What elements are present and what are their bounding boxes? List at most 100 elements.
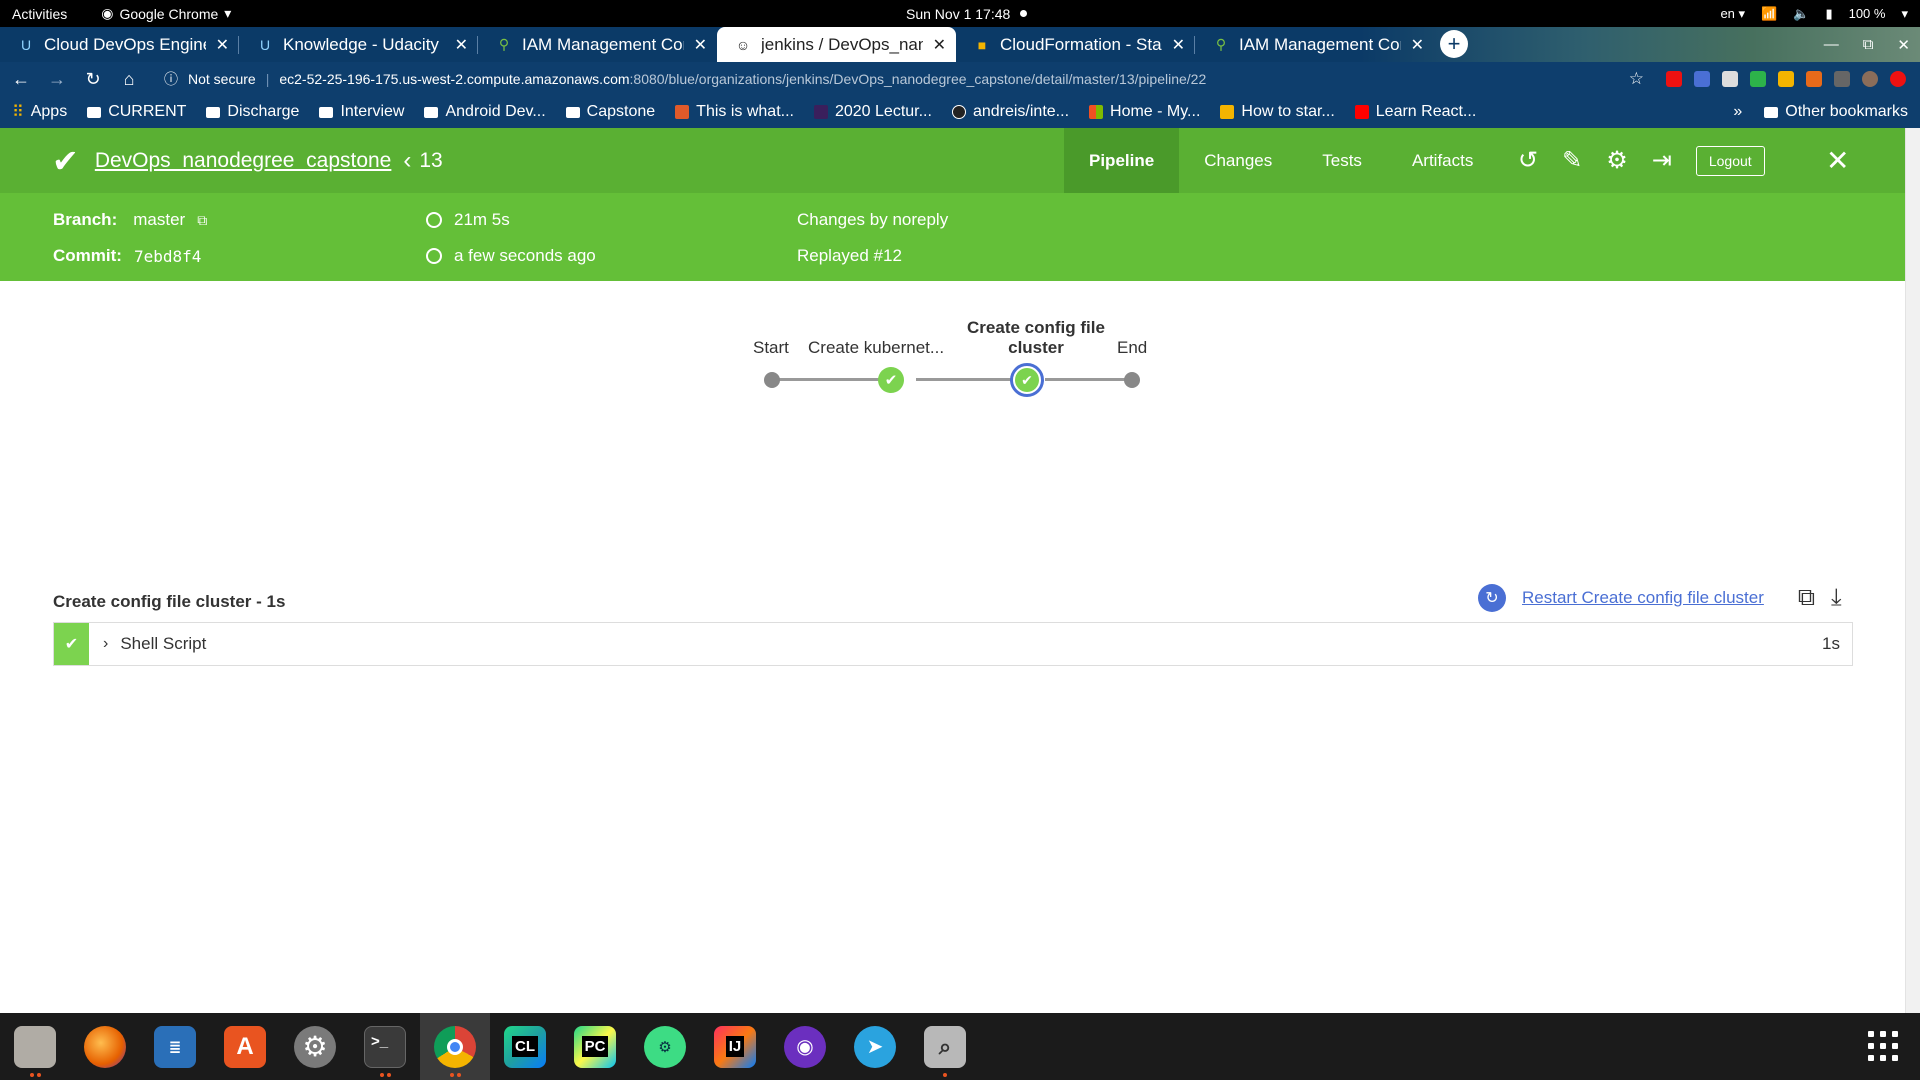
- language-indicator[interactable]: en ▾: [1720, 6, 1745, 22]
- close-window-icon[interactable]: ✕: [1897, 36, 1910, 54]
- browser-tab[interactable]: U Knowledge - Udacity ✕: [239, 27, 478, 62]
- dock-screenshot[interactable]: ⌕: [910, 1013, 980, 1080]
- extension-icon[interactable]: [1834, 71, 1850, 87]
- dock-text-editor[interactable]: ≣: [140, 1013, 210, 1080]
- tab-artifacts[interactable]: Artifacts: [1387, 128, 1498, 193]
- address-bar[interactable]: ⓘ Not secure | ec2-52-25-196-175.us-west…: [154, 65, 1644, 93]
- bookmark-folder[interactable]: CURRENT: [87, 103, 186, 121]
- extension-icon[interactable]: [1806, 71, 1822, 87]
- dock-intellij[interactable]: IJ: [700, 1013, 770, 1080]
- close-icon[interactable]: ✕: [1826, 144, 1849, 177]
- classic-view-icon[interactable]: ⇥: [1652, 146, 1672, 175]
- browser-tab-active[interactable]: ☺ jenkins / DevOps_nanc ✕: [717, 27, 956, 62]
- bookmark-star-icon[interactable]: ☆: [1629, 69, 1644, 89]
- restore-icon[interactable]: ⧉: [1863, 36, 1874, 53]
- tab-tests[interactable]: Tests: [1297, 128, 1387, 193]
- profile-avatar[interactable]: [1862, 71, 1878, 87]
- app-menu[interactable]: ◉ Google Chrome ▾: [101, 5, 231, 22]
- aws-iam-icon: ⚲: [498, 36, 510, 52]
- tab-changes[interactable]: Changes: [1179, 128, 1297, 193]
- browser-tab[interactable]: ⚲ IAM Management Con ✕: [478, 27, 717, 62]
- minimize-icon[interactable]: —: [1824, 36, 1839, 53]
- other-bookmarks[interactable]: Other bookmarks: [1764, 103, 1908, 121]
- bookmark-site[interactable]: This is what...: [675, 103, 794, 121]
- dock-chrome[interactable]: [420, 1013, 490, 1080]
- stage-label-end: End: [1117, 338, 1148, 357]
- info-icon[interactable]: ⓘ: [164, 69, 178, 89]
- pipeline-graph: Start Create kubernet... Create config f…: [740, 310, 1160, 420]
- close-icon[interactable]: ✕: [694, 35, 707, 55]
- dock-terminal[interactable]: >_: [350, 1013, 420, 1080]
- extension-icon[interactable]: [1694, 71, 1710, 87]
- pipeline-name-link[interactable]: DevOps_nanodegree_capstone: [95, 149, 392, 173]
- show-applications-icon[interactable]: [1868, 1031, 1898, 1061]
- youtube-icon: [1354, 105, 1369, 119]
- folder-icon: [565, 106, 580, 118]
- bookmark-label: How to star...: [1241, 103, 1335, 120]
- stage-node-selected[interactable]: ✔: [1010, 363, 1044, 397]
- bookmark-folder[interactable]: Discharge: [206, 103, 299, 121]
- activities-button[interactable]: Activities: [12, 6, 67, 22]
- close-icon[interactable]: ✕: [455, 35, 468, 55]
- back-arrow-icon[interactable]: ←: [6, 69, 36, 90]
- bookmark-site[interactable]: How to star...: [1220, 103, 1335, 121]
- new-tab-button[interactable]: +: [1440, 30, 1468, 58]
- dock-files[interactable]: [0, 1013, 70, 1080]
- external-link-icon[interactable]: ⧉: [197, 212, 207, 229]
- bookmark-site[interactable]: Learn React...: [1354, 103, 1476, 121]
- battery-percent: 100 %: [1848, 6, 1886, 21]
- extension-icon[interactable]: [1722, 71, 1738, 87]
- bookmark-site[interactable]: andreis/inte...: [951, 103, 1069, 121]
- open-external-icon[interactable]: ⧉: [1798, 584, 1815, 612]
- reload-icon[interactable]: ↻: [78, 69, 108, 90]
- bookmarks-overflow-button[interactable]: »: [1733, 103, 1742, 121]
- download-icon[interactable]: ⤓: [1831, 584, 1842, 612]
- clock[interactable]: Sun Nov 1 17:48: [906, 6, 1028, 22]
- bookmark-site[interactable]: Home - My...: [1089, 103, 1200, 121]
- replay-icon[interactable]: ↺: [1518, 146, 1538, 175]
- home-icon[interactable]: ⌂: [114, 69, 144, 90]
- dock-settings[interactable]: ⚙: [280, 1013, 350, 1080]
- forward-arrow-icon[interactable]: →: [42, 69, 72, 90]
- udacity-icon: U: [259, 36, 271, 53]
- run-actions: ↺ ✎ ⚙ ⇥ Logout: [1518, 128, 1765, 193]
- tab-pipeline[interactable]: Pipeline: [1064, 128, 1180, 193]
- close-icon[interactable]: ✕: [1172, 35, 1185, 55]
- dock-android-studio[interactable]: ⚙: [630, 1013, 700, 1080]
- dock-clion[interactable]: CL: [490, 1013, 560, 1080]
- stage-node-success[interactable]: ✔: [878, 367, 904, 393]
- bookmark-apps[interactable]: ⠿ Apps: [12, 102, 67, 122]
- browser-tab[interactable]: ⚲ IAM Management Con ✕: [1195, 27, 1434, 62]
- clion-icon: CL: [504, 1025, 546, 1068]
- app-menu-label: Google Chrome: [119, 5, 219, 22]
- restart-icon[interactable]: ↻: [1478, 584, 1506, 612]
- bookmark-folder[interactable]: Interview: [319, 103, 404, 121]
- close-icon[interactable]: ✕: [933, 35, 946, 55]
- gear-icon[interactable]: ⚙: [1606, 146, 1628, 175]
- bookmark-folder[interactable]: Android Dev...: [424, 103, 546, 121]
- browser-tab[interactable]: ■ CloudFormation - Stac ✕: [956, 27, 1195, 62]
- step-row[interactable]: ✔ › Shell Script 1s: [53, 622, 1853, 666]
- dock-software-center[interactable]: A: [210, 1013, 280, 1080]
- dock-firefox[interactable]: [70, 1013, 140, 1080]
- dock-pycharm[interactable]: PC: [560, 1013, 630, 1080]
- dock-telegram[interactable]: ➤: [840, 1013, 910, 1080]
- close-icon[interactable]: ✕: [216, 35, 229, 55]
- logout-button[interactable]: Logout: [1695, 145, 1765, 176]
- bookmark-folder[interactable]: Capstone: [565, 103, 655, 121]
- bookmark-site[interactable]: 2020 Lectur...: [813, 103, 932, 121]
- system-tray[interactable]: en ▾ 📶 🔈 ▮ 100 % ▾: [1720, 6, 1908, 22]
- extension-icon[interactable]: [1778, 71, 1794, 87]
- page-scrollbar[interactable]: [1905, 128, 1920, 1013]
- restart-stage-link[interactable]: Restart Create config file cluster: [1522, 588, 1764, 608]
- dock-podcasts[interactable]: ◉: [770, 1013, 840, 1080]
- edit-pencil-icon[interactable]: ✎: [1562, 146, 1582, 175]
- extension-icon[interactable]: [1890, 71, 1906, 87]
- commit-hash[interactable]: 7ebd8f4: [134, 247, 201, 266]
- extension-icon[interactable]: [1750, 71, 1766, 87]
- close-icon[interactable]: ✕: [1411, 35, 1424, 55]
- extension-icon[interactable]: [1666, 71, 1682, 87]
- duration-icon: [426, 212, 442, 228]
- language-label: en: [1720, 5, 1735, 21]
- browser-tab[interactable]: U Cloud DevOps Engine ✕: [0, 27, 239, 62]
